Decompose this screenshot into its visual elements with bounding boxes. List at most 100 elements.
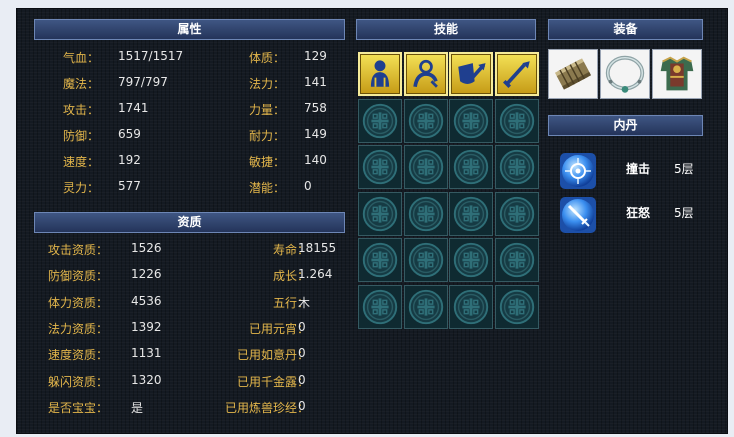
attribute-label: 气血：	[63, 51, 100, 65]
equipment-slot-bracelet[interactable]	[548, 49, 598, 99]
aptitude-value: 1.264	[298, 267, 333, 282]
person-silhouette-icon	[370, 60, 390, 87]
skills-header: 技能	[356, 19, 536, 40]
aptitude-label: 成长：	[272, 269, 309, 284]
equipment-slot-necklace[interactable]	[600, 49, 650, 99]
jade-knot-icon	[362, 149, 398, 185]
jade-knot-icon	[453, 196, 489, 231]
attribute-value: 1517/1517	[118, 49, 184, 63]
jade-knot-icon	[499, 289, 534, 324]
skill-slot-empty[interactable]	[358, 284, 402, 329]
neidan-name-2: 狂怒	[626, 206, 651, 220]
skill-slot-empty[interactable]	[403, 98, 448, 143]
skill-slot-empty[interactable]	[358, 238, 402, 282]
jade-knot-icon	[453, 242, 489, 278]
attribute-value: 577	[118, 179, 141, 193]
attribute-value: 140	[304, 153, 327, 167]
equipment-slot-armor[interactable]	[652, 49, 702, 99]
necklace-ring-icon	[601, 50, 649, 98]
jade-knot-icon	[453, 149, 489, 185]
attribute-value: 192	[118, 153, 141, 167]
skill-slot-empty[interactable]	[449, 284, 493, 329]
attribute-value: 141	[304, 75, 327, 89]
attribute-value: 1741	[118, 101, 149, 115]
attribute-label: 灵力：	[63, 181, 100, 195]
attribute-label: 力量：	[249, 103, 286, 117]
attribute-label: 潜能：	[249, 181, 286, 195]
skill-slot-empty[interactable]	[494, 191, 539, 236]
skill-slot-empty[interactable]	[358, 145, 402, 189]
bracelet-icon	[549, 50, 597, 98]
aptitude-value: 是	[131, 400, 144, 415]
aptitude-header: 资质	[34, 212, 345, 233]
aptitude-value: 0	[298, 319, 306, 334]
neidan-header: 内丹	[548, 115, 703, 136]
jade-knot-icon	[499, 149, 534, 185]
skill-slot-empty[interactable]	[403, 284, 448, 329]
person-halo-icon	[412, 59, 438, 88]
attribute-label: 速度：	[63, 155, 100, 169]
attribute-label: 体质：	[249, 51, 286, 65]
shield-sword-icon	[458, 63, 486, 84]
attribute-label: 魔法：	[63, 77, 100, 91]
neidan-icon-2[interactable]	[560, 197, 596, 233]
aptitude-label: 已用元宵：	[248, 321, 309, 336]
skill-slot-empty[interactable]	[403, 145, 448, 189]
attribute-label: 耐力：	[249, 129, 286, 143]
aptitude-label: 攻击资质：	[48, 243, 109, 257]
skill-slot-empty[interactable]	[449, 98, 493, 143]
attribute-value: 758	[304, 101, 327, 115]
neidan-icon-1[interactable]	[560, 153, 596, 189]
aptitude-value: 0	[298, 372, 306, 387]
skill-slot-empty[interactable]	[494, 98, 539, 143]
jade-knot-icon	[408, 103, 443, 138]
jade-knot-icon	[362, 242, 398, 278]
jade-knot-icon	[453, 289, 489, 324]
jade-knot-icon	[453, 103, 489, 138]
jade-knot-icon	[499, 196, 534, 231]
jade-knot-icon	[408, 242, 443, 278]
aptitude-label: 已用如意丹：	[236, 348, 309, 363]
jade-knot-icon	[408, 289, 443, 324]
skill-slot-empty[interactable]	[449, 191, 493, 236]
skill-slot-empty[interactable]	[358, 191, 402, 236]
attribute-value: 797/797	[118, 75, 168, 89]
jade-knot-icon	[362, 103, 398, 138]
skill-slot-empty[interactable]	[494, 238, 539, 282]
skill-slot-empty[interactable]	[494, 284, 539, 329]
armor-icon	[653, 50, 701, 98]
attribute-label: 防御：	[63, 129, 100, 143]
aptitude-label: 躲闪资质：	[48, 374, 109, 389]
attribute-label: 敏捷：	[249, 155, 286, 169]
skill-slot-empty[interactable]	[403, 191, 448, 236]
attributes-header: 属性	[34, 19, 345, 40]
skill-slot-empty[interactable]	[449, 238, 493, 282]
aptitude-value: 0	[298, 398, 306, 413]
aptitude-value: 1526	[131, 241, 162, 255]
attribute-value: 0	[304, 179, 312, 193]
skill-slot-empty[interactable]	[358, 98, 402, 143]
aptitude-label: 已用千金露：	[236, 374, 309, 389]
skill-slot-learned[interactable]	[358, 52, 402, 96]
jade-knot-icon	[408, 196, 443, 231]
aptitude-label: 已用炼兽珍经：	[224, 400, 309, 415]
jade-knot-icon	[499, 242, 534, 278]
jade-knot-icon	[362, 196, 398, 231]
skill-slot-empty[interactable]	[494, 145, 539, 189]
aptitude-value: 0	[298, 346, 306, 361]
aptitude-label: 五行：	[272, 295, 309, 310]
skill-slot-empty[interactable]	[449, 145, 493, 189]
sword-icon	[502, 61, 530, 89]
pet-info-panel: 属性 气血： 1517/1517 体质： 129 魔法： 797/797 法力： 141 攻击：…	[16, 8, 728, 434]
jade-knot-icon	[362, 289, 398, 324]
aptitude-value: 18155	[298, 241, 337, 255]
skill-slot-learned[interactable]	[403, 52, 448, 96]
aptitude-label: 防御资质：	[48, 269, 109, 284]
aptitude-label: 是否宝宝：	[48, 400, 109, 415]
aptitude-value: 1320	[131, 372, 162, 387]
skill-slot-learned[interactable]	[494, 52, 539, 96]
aptitude-value: 4536	[131, 293, 162, 308]
skill-slot-empty[interactable]	[403, 238, 448, 282]
attribute-value: 129	[304, 49, 327, 63]
skill-slot-learned[interactable]	[449, 52, 493, 96]
